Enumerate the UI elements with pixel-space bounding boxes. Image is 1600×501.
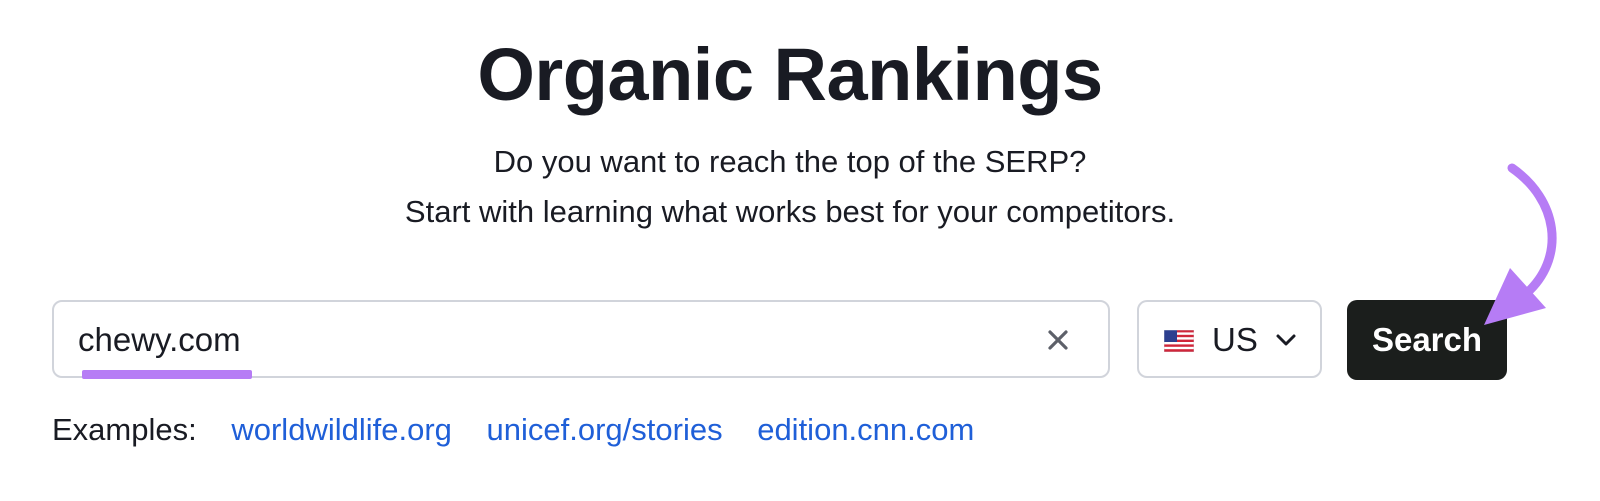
- example-link-worldwildlife[interactable]: worldwildlife.org: [231, 412, 452, 447]
- country-select[interactable]: US: [1137, 300, 1322, 378]
- organic-rankings-page: Organic Rankings Do you want to reach th…: [0, 0, 1600, 501]
- us-flag-icon: [1164, 330, 1194, 352]
- examples-label: Examples:: [52, 412, 197, 447]
- subtitle-line-2: Start with learning what works best for …: [404, 194, 1176, 229]
- subtitle-line-1: Do you want to reach the top of the SERP…: [493, 144, 1087, 179]
- country-label: US: [1212, 321, 1258, 358]
- input-highlight-underline: [82, 370, 252, 379]
- domain-search-input[interactable]: [78, 316, 978, 364]
- example-link-unicef[interactable]: unicef.org/stories: [487, 412, 723, 447]
- close-icon[interactable]: [1044, 326, 1072, 354]
- curved-arrow-icon: [1484, 163, 1557, 325]
- example-link-cnn[interactable]: edition.cnn.com: [757, 412, 974, 447]
- chevron-down-icon: [1276, 334, 1296, 346]
- domain-search-box[interactable]: [52, 300, 1110, 379]
- page-title: Organic Rankings: [477, 33, 1103, 116]
- examples-row: Examples: worldwildlife.org unicef.org/s…: [52, 410, 1000, 450]
